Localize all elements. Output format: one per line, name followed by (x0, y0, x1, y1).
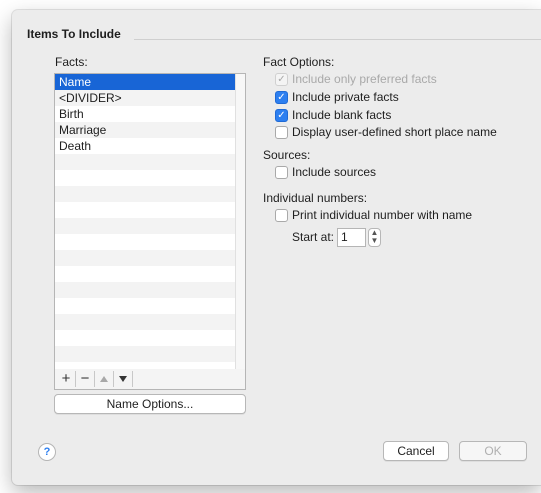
facts-list[interactable]: Name <DIVIDER> Birth Marriage Death (54, 73, 246, 371)
empty-list-row (55, 186, 235, 202)
print-number-checkbox[interactable] (275, 209, 288, 222)
empty-list-row (55, 250, 235, 266)
empty-list-row (55, 314, 235, 330)
help-button[interactable]: ? (38, 443, 56, 461)
add-fact-button[interactable]: + (57, 371, 76, 387)
cancel-button[interactable]: Cancel (383, 441, 449, 461)
list-item[interactable]: Death (55, 138, 235, 154)
arrow-up-icon (100, 376, 108, 383)
include-blank-label: Include blank facts (292, 108, 392, 122)
empty-list-row (55, 218, 235, 234)
include-private-checkbox[interactable]: ✓ (275, 91, 288, 104)
facts-list-scrollbar[interactable] (235, 74, 245, 370)
fact-options-label: Fact Options: (263, 55, 335, 69)
include-sources-label: Include sources (292, 165, 377, 179)
empty-list-row (55, 154, 235, 170)
sources-label: Sources: (263, 148, 311, 162)
name-options-button[interactable]: Name Options... (54, 394, 246, 414)
include-private-label: Include private facts (292, 90, 399, 104)
start-at-stepper[interactable]: ▲ ▼ (368, 228, 381, 247)
display-short-place-checkbox[interactable] (275, 126, 288, 139)
start-at-label: Start at: (292, 230, 335, 244)
individual-numbers-label: Individual numbers: (263, 191, 368, 205)
move-down-button[interactable] (114, 371, 133, 387)
empty-list-row (55, 170, 235, 186)
list-item[interactable]: <DIVIDER> (55, 90, 235, 106)
empty-list-row (55, 282, 235, 298)
empty-list-row (55, 202, 235, 218)
facts-list-rows: Name <DIVIDER> Birth Marriage Death (55, 74, 235, 370)
stepper-down-icon[interactable]: ▼ (369, 237, 380, 245)
start-at-field[interactable]: 1 (337, 228, 366, 247)
include-sources-checkbox[interactable] (275, 166, 288, 179)
move-up-button[interactable] (95, 371, 114, 387)
empty-list-row (55, 346, 235, 362)
ok-button[interactable]: OK (459, 441, 527, 461)
remove-fact-button[interactable]: − (76, 371, 95, 387)
include-blank-checkbox[interactable]: ✓ (275, 109, 288, 122)
include-only-preferred-checkbox[interactable]: ✓ (275, 73, 288, 86)
display-short-place-label: Display user-defined short place name (292, 125, 497, 139)
print-number-label: Print individual number with name (292, 208, 473, 222)
arrow-down-icon (119, 376, 127, 383)
list-item[interactable]: Birth (55, 106, 235, 122)
list-item[interactable]: Marriage (55, 122, 235, 138)
empty-list-row (55, 234, 235, 250)
facts-label: Facts: (55, 55, 88, 69)
include-only-preferred-label: Include only preferred facts (292, 72, 437, 86)
list-item[interactable]: Name (55, 74, 235, 90)
report-options-sheet: Items To Include Facts: Name <DIVIDER> Bir… (0, 0, 541, 493)
empty-list-row (55, 330, 235, 346)
group-divider (134, 39, 541, 40)
empty-list-row (55, 266, 235, 282)
group-title: Items To Include (27, 27, 121, 41)
empty-list-row (55, 298, 235, 314)
facts-list-toolbar: + − (54, 369, 246, 390)
